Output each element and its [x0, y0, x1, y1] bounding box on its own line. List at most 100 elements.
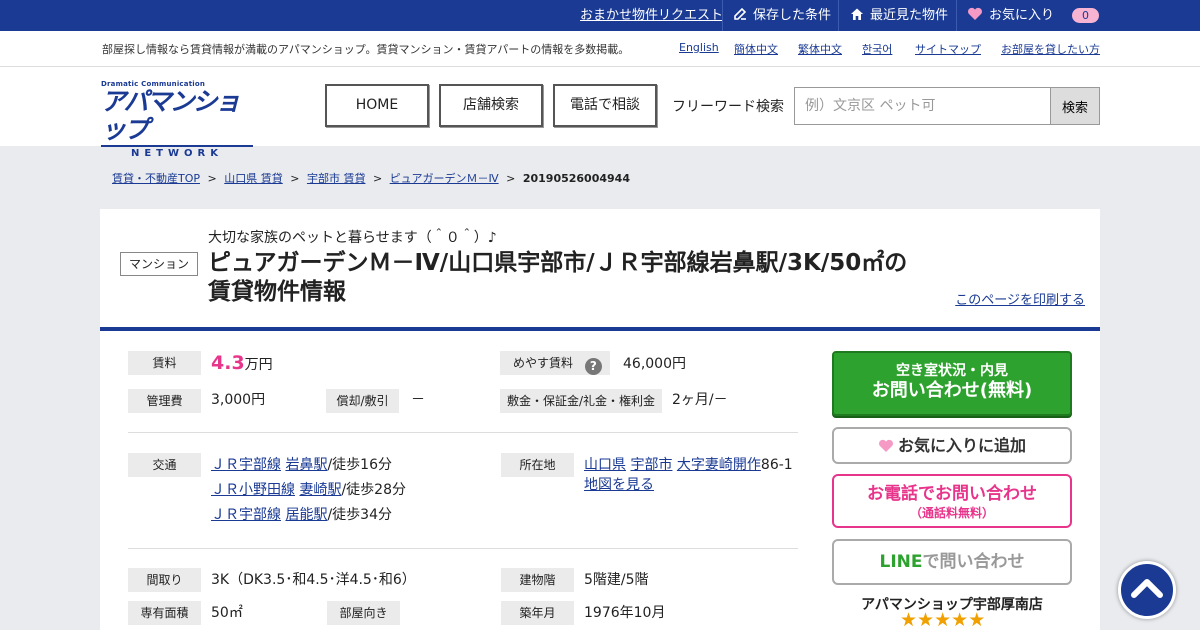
- freeword-search-input[interactable]: [794, 87, 1051, 125]
- lang-simplified-chinese-link[interactable]: 簡体中文: [734, 41, 778, 57]
- nav-store-search-button[interactable]: 店舗検索: [439, 84, 543, 127]
- rent-amount: 4.3: [211, 352, 245, 374]
- rent-label: 賃料: [128, 351, 201, 375]
- divider: [956, 0, 957, 31]
- breadcrumb-prefecture[interactable]: 山口県 賃貸: [224, 172, 283, 185]
- transport-row-1: ＪＲ宇部線 岩鼻駅/徒歩16分: [211, 455, 392, 475]
- divider: [722, 0, 723, 31]
- rent-value: 4.3万円: [211, 353, 273, 375]
- search-button[interactable]: 検索: [1050, 87, 1100, 125]
- back-to-top-button[interactable]: [1118, 561, 1176, 619]
- freeword-label: フリーワード検索: [672, 99, 784, 115]
- heart-icon: [968, 7, 982, 20]
- help-icon[interactable]: ?: [584, 358, 602, 375]
- saved-conditions-link[interactable]: 保存した条件: [733, 0, 831, 31]
- add-favorite-label: お気に入りに追加: [897, 436, 1026, 455]
- line-inquiry-button[interactable]: LINEで問い合わせ: [832, 539, 1072, 585]
- city-link[interactable]: 宇部市: [630, 457, 672, 473]
- site-logo[interactable]: Dramatic Communication アパマンショップ NETWORK: [101, 80, 253, 159]
- walk-time: /徒歩16分: [327, 457, 392, 473]
- transport-row-3: ＪＲ宇部線 居能駅/徒歩34分: [211, 505, 392, 525]
- phone-inquiry-line2: （通話料無料）: [909, 506, 994, 520]
- logo-wordmark: アパマンショップ: [101, 87, 241, 144]
- site-header: Dramatic Communication アパマンショップ NETWORK …: [0, 67, 1200, 159]
- address-label: 所在地: [501, 453, 574, 477]
- breadcrumb-current: 20190526004944: [522, 172, 630, 185]
- star-icon: ★: [900, 609, 918, 630]
- catchphrase: 大切な家族のペットと暮らせます（＾０＾）♪: [208, 230, 497, 246]
- breadcrumb-building[interactable]: ピュアガーデンＭ－Ⅳ: [390, 172, 499, 185]
- line-brand: LINE: [879, 552, 923, 572]
- star-icon: ★: [934, 609, 952, 630]
- room-direction-label: 部屋向き: [327, 601, 400, 625]
- prefecture-link[interactable]: 山口県: [584, 457, 626, 473]
- chevron-up-icon: [1131, 579, 1163, 598]
- floor-area-value: 50㎡: [211, 605, 243, 621]
- top-bar: おまかせ物件リクエスト 保存した条件 最近見た物件 お気に入り 0: [0, 0, 1200, 31]
- breadcrumb-separator: >: [506, 172, 516, 185]
- saved-conditions-label: 保存した条件: [753, 8, 832, 23]
- building-floor-value: 5階建/5階: [584, 572, 649, 588]
- sitemap-link[interactable]: サイトマップ: [915, 41, 981, 57]
- star-icon: ★: [968, 609, 986, 630]
- deposit-deduction-label: 償却/敷引: [326, 389, 399, 413]
- guide-rent-value: 46,000円: [623, 356, 686, 372]
- favorites-count-badge: 0: [1072, 8, 1099, 23]
- rent-unit: 万円: [244, 357, 273, 373]
- site-tagline: 部屋探し情報なら賃貸情報が満載のアパマンショップ。賃貸マンション・賃貸アパートの…: [102, 43, 630, 56]
- guide-rent-label: めやす賃料 ?: [500, 351, 610, 375]
- lang-english-link[interactable]: English: [679, 41, 719, 54]
- inquiry-button-line1: 空き室状況・内見: [896, 363, 1008, 379]
- walk-time: /徒歩34分: [327, 507, 392, 523]
- phone-inquiry-line1: お電話でお問い合わせ: [867, 484, 1037, 504]
- address-number: 86-1: [760, 457, 793, 473]
- property-card: マンション 大切な家族のペットと暮らせます（＾０＾）♪ ピュアガーデンＭ－Ⅳ/山…: [100, 209, 1100, 630]
- building-floor-label: 建物階: [501, 568, 574, 592]
- favorites-label: お気に入り: [989, 8, 1055, 23]
- divider: [128, 548, 798, 549]
- transport-label: 交通: [128, 453, 201, 477]
- deposit-keymoney-value: 2ヶ月/－: [672, 392, 728, 408]
- map-link[interactable]: 地図を見る: [584, 477, 654, 493]
- layout-value: 3K（DK3.5･和4.5･洋4.5･和6）: [211, 572, 416, 588]
- breadcrumb-separator: >: [372, 172, 383, 185]
- town-link[interactable]: 大字妻崎開作: [677, 457, 761, 473]
- station-link[interactable]: 居能駅: [285, 507, 327, 523]
- request-link[interactable]: おまかせ物件リクエスト: [580, 0, 723, 31]
- breadcrumb-top[interactable]: 賃貸・不動産TOP: [112, 172, 200, 185]
- logo-network: NETWORK: [130, 148, 223, 159]
- train-line-link[interactable]: ＪＲ宇部線: [211, 507, 281, 523]
- station-link[interactable]: 岩鼻駅: [285, 457, 327, 473]
- station-link[interactable]: 妻崎駅: [299, 482, 341, 498]
- address-value: 山口県 宇部市 大字妻崎開作86-1 地図を見る: [584, 455, 799, 495]
- train-line-link[interactable]: ＪＲ小野田線: [211, 482, 295, 498]
- floor-area-label: 専有面積: [128, 601, 201, 625]
- inquiry-button-line2: お問い合わせ(無料): [871, 380, 1033, 401]
- shop-rating: ★★★★★: [900, 609, 985, 630]
- built-date-label: 築年月: [501, 601, 574, 625]
- phone-inquiry-button[interactable]: お電話でお問い合わせ （通話料無料）: [832, 474, 1072, 528]
- inquiry-button[interactable]: 空き室状況・内見 お問い合わせ(無料): [832, 351, 1072, 416]
- breadcrumb-separator: >: [290, 172, 300, 185]
- lend-room-link[interactable]: お部屋を貸したい方: [1001, 41, 1100, 57]
- divider: [128, 432, 798, 433]
- page-title: ピュアガーデンＭ－Ⅳ/山口県宇部市/ＪＲ宇部線岩鼻駅/3K/50㎡の賃貸物件情報: [208, 250, 908, 305]
- recent-viewed-link[interactable]: 最近見た物件: [850, 0, 948, 31]
- title-section: マンション 大切な家族のペットと暮らせます（＾０＾）♪ ピュアガーデンＭ－Ⅳ/山…: [100, 209, 1100, 331]
- lang-korean-link[interactable]: 한국어: [862, 41, 892, 57]
- recent-viewed-label: 最近見た物件: [870, 8, 949, 23]
- add-favorite-button[interactable]: お気に入りに追加: [832, 427, 1072, 464]
- lang-traditional-chinese-link[interactable]: 繁体中文: [798, 41, 842, 57]
- favorites-link[interactable]: お気に入り: [967, 0, 1054, 31]
- breadcrumb: 賃貸・不動産TOP > 山口県 賃貸 > 宇部市 賃貸 > ピュアガーデンＭ－Ⅳ…: [112, 170, 634, 186]
- star-icon: ★: [951, 609, 969, 630]
- home-icon: [851, 8, 863, 20]
- nav-phone-consult-button[interactable]: 電話で相談: [553, 84, 657, 127]
- train-line-link[interactable]: ＪＲ宇部線: [211, 457, 281, 473]
- layout-label: 間取り: [128, 568, 201, 592]
- property-type-badge: マンション: [120, 252, 198, 276]
- star-icon: ★: [917, 609, 935, 630]
- breadcrumb-city[interactable]: 宇部市 賃貸: [307, 172, 366, 185]
- nav-home-button[interactable]: HOME: [325, 84, 429, 127]
- print-page-link[interactable]: このページを印刷する: [955, 289, 1085, 308]
